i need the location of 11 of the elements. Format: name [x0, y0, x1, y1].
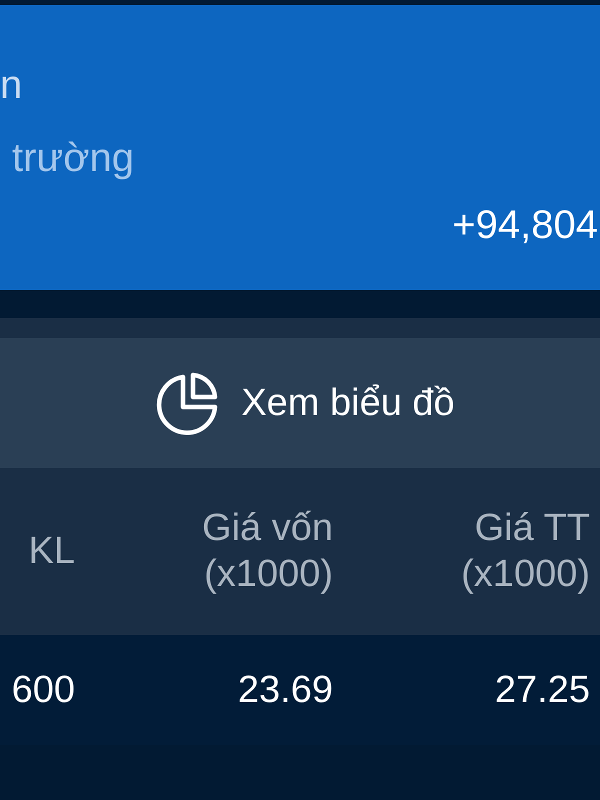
column-header: Giá TT (x1000) — [460, 506, 590, 596]
table-cell-text: 27.25 — [494, 668, 590, 712]
column-header: KL — [28, 528, 75, 574]
card-label: n — [0, 63, 22, 108]
pie-chart-icon — [155, 371, 220, 435]
view-chart-button[interactable]: Xem biểu đồ — [0, 338, 600, 468]
card-label: trường — [12, 136, 134, 181]
table-cell-text: 600 — [10, 668, 75, 712]
table-cell-text: 23.69 — [236, 668, 333, 712]
column-header: Giá vốn (x1000) — [201, 506, 333, 596]
profit-value: +94,804 — [452, 203, 598, 248]
